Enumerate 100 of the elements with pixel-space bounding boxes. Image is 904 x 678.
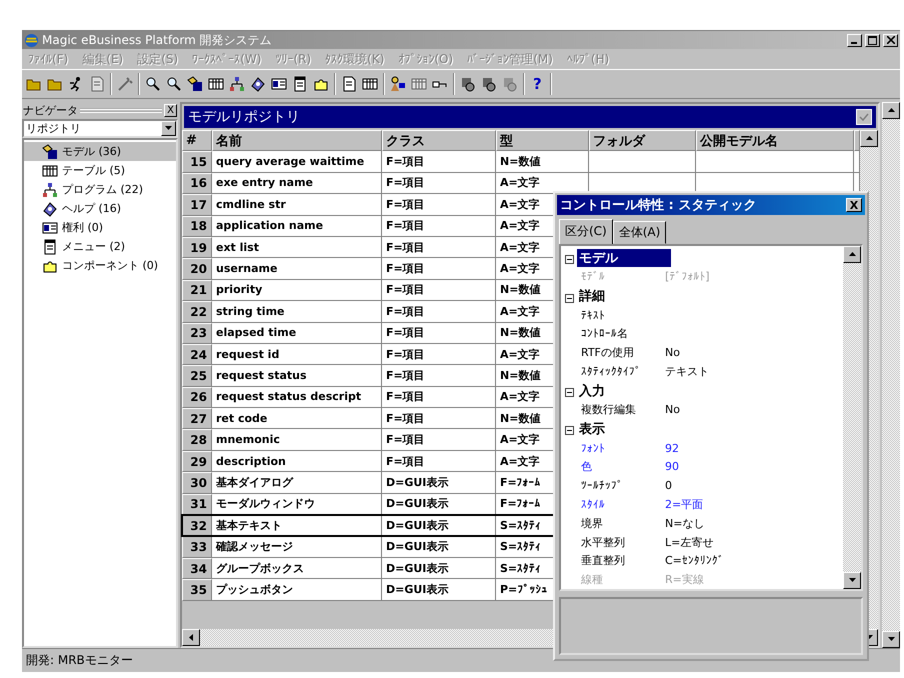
navigator-title: ナビゲータ	[23, 103, 78, 118]
row-number: 35	[182, 579, 212, 601]
column-header[interactable]: クラス	[382, 130, 496, 152]
row-number: 22	[182, 301, 212, 323]
row-number: 34	[182, 558, 212, 580]
table-cell: D=GUI表示	[382, 494, 496, 516]
table-cell: elapsed time	[212, 322, 382, 344]
tree-item[interactable]: テーブル (5)	[24, 161, 176, 180]
row-number: 29	[182, 450, 212, 472]
row-number: 25	[182, 365, 212, 387]
table-cell: username	[212, 258, 382, 280]
status-text: 開発: MRBモニター	[26, 652, 133, 669]
property-value: L=左寄せ	[665, 534, 714, 550]
tree-item[interactable]: プログラム (22)	[24, 180, 176, 199]
table-cell: F=項目	[382, 280, 496, 302]
row-number: 21	[182, 280, 212, 302]
column-header[interactable]: #	[182, 130, 212, 152]
column-header[interactable]: フォルダ	[589, 130, 696, 152]
property-value: 0	[665, 479, 673, 492]
window-title: Magic eBusiness Platform 開発システム	[42, 32, 273, 48]
panel-title: モデルリポジトリ	[188, 108, 300, 126]
column-header[interactable]: 名前	[212, 130, 382, 152]
row-number: 16	[182, 172, 212, 194]
table-cell: F=項目	[382, 386, 496, 408]
tree-item-label: ヘルプ (16)	[62, 201, 122, 216]
table-cell: F=項目	[382, 408, 496, 430]
table-cell: F=項目	[382, 151, 496, 173]
table-cell: N=数値	[496, 151, 589, 173]
table-cell: ret code	[212, 408, 382, 430]
table-cell: F=項目	[382, 236, 496, 258]
table-cell: request status	[212, 365, 382, 387]
table-cell: request id	[212, 344, 382, 366]
table-cell: description	[212, 450, 382, 472]
row-number: 17	[182, 194, 212, 216]
table-cell: F=項目	[382, 344, 496, 366]
row-number: 20	[182, 258, 212, 280]
table-cell: 基本テキスト	[212, 515, 382, 536]
row-number: 27	[182, 408, 212, 430]
property-value: [ﾃﾞﾌｫﾙﾄ]	[665, 270, 711, 284]
table-cell: cmdline str	[212, 194, 382, 216]
table-cell: priority	[212, 280, 382, 302]
table-cell: 基本ダイアログ	[212, 472, 382, 494]
group-label[interactable]: モデル	[577, 248, 671, 267]
tab[interactable]: 区分(C)	[559, 219, 613, 245]
table-cell: F=項目	[382, 216, 496, 237]
table-cell: モーダルウィンドウ	[212, 494, 382, 516]
repository-dropdown[interactable]: リポジトリ	[22, 119, 178, 138]
table-row[interactable]: 15 query average waittime F=項目 N=数値	[182, 151, 860, 173]
table-cell: F=項目	[382, 429, 496, 451]
close-button[interactable]: X	[164, 104, 177, 117]
tree-item-label: モデル (36)	[62, 144, 122, 159]
property-value: No	[665, 346, 681, 360]
tree-item-label: プログラム (22)	[62, 182, 144, 197]
close-button[interactable]: X	[846, 198, 862, 212]
property-value: テキスト	[665, 364, 710, 380]
table-cell: F=項目	[382, 194, 496, 216]
table-cell: exe entry name	[212, 172, 382, 194]
tree-item[interactable]: ヘルプ (16)	[24, 199, 176, 218]
table-cell: F=項目	[382, 301, 496, 323]
property-value: 2=平面	[665, 497, 704, 512]
tree-item[interactable]: コンポーネント (0)	[24, 256, 176, 275]
row-number: 23	[182, 322, 212, 344]
table-cell: プッシュボタン	[212, 579, 382, 601]
row-number: 31	[182, 494, 212, 516]
property-value: N=なし	[665, 516, 706, 531]
row-number: 28	[182, 429, 212, 451]
table-cell: D=GUI表示	[382, 558, 496, 580]
table-cell: A=文字	[496, 172, 589, 194]
tree-item[interactable]: モデル (36)	[24, 142, 176, 161]
table-cell: ext list	[212, 236, 382, 258]
row-number: 15	[182, 151, 212, 173]
row-number: 18	[182, 216, 212, 237]
column-header[interactable]: 型	[496, 130, 589, 152]
help-button[interactable]: ?	[530, 75, 545, 93]
tree-item[interactable]: メニュー (2)	[24, 237, 176, 256]
row-number: 19	[182, 236, 212, 258]
table-cell: F=項目	[382, 450, 496, 472]
row-number: 30	[182, 472, 212, 494]
table-cell: D=GUI表示	[382, 536, 496, 558]
tree-item-label: テーブル (5)	[62, 163, 126, 178]
tree-item[interactable]: 権利 (0)	[24, 218, 176, 237]
property-value: 90	[665, 460, 680, 474]
tree-item-label: メニュー (2)	[62, 239, 126, 254]
column-header[interactable]: 公開モデル名	[696, 130, 854, 152]
table-cell: string time	[212, 301, 382, 323]
table-cell: request status descript	[212, 386, 382, 408]
row-number: 26	[182, 386, 212, 408]
table-cell: 確認メッセージ	[212, 536, 382, 558]
table-cell: application name	[212, 216, 382, 237]
table-cell: D=GUI表示	[382, 579, 496, 601]
table-cell: D=GUI表示	[382, 472, 496, 494]
property-value: R=実線	[665, 572, 705, 588]
table-cell: F=項目	[382, 258, 496, 280]
table-cell: D=GUI表示	[382, 515, 496, 536]
property-value: 92	[665, 442, 680, 455]
row-number: 33	[182, 536, 212, 558]
tree-item-label: 権利 (0)	[62, 220, 104, 235]
table-cell: query average waittime	[212, 151, 382, 173]
table-cell: mnemonic	[212, 429, 382, 451]
property-value: C=ｾﾝﾀﾘﾝｸﾞ	[665, 554, 725, 568]
